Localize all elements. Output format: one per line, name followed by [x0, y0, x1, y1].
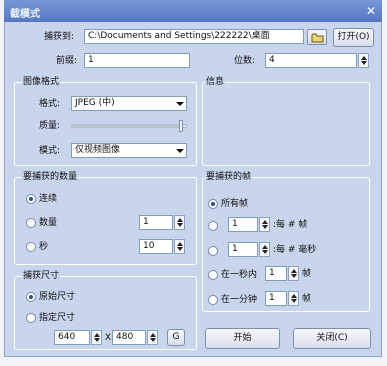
g-button[interactable]: G: [167, 329, 185, 346]
radio-count[interactable]: [26, 218, 36, 228]
every-frame-field[interactable]: 1: [228, 217, 258, 232]
quality-slider-thumb[interactable]: [179, 120, 183, 132]
count-stepper[interactable]: [174, 215, 185, 230]
mode-dropdown[interactable]: 仅视频图像: [71, 143, 187, 158]
every-frame-stepper[interactable]: [259, 217, 270, 232]
close-button[interactable]: 关闭(C): [293, 328, 371, 349]
width-field[interactable]: 640: [54, 330, 90, 345]
radio-every-frame[interactable]: [208, 221, 218, 231]
capture-frames-title: 要捕获的帧: [205, 171, 253, 183]
start-button[interactable]: 开始: [205, 328, 280, 349]
continuous-label: 连续: [39, 194, 58, 204]
browse-folder-button[interactable]: [307, 29, 327, 45]
radio-all-frames[interactable]: [208, 199, 218, 209]
capture-path-field[interactable]: C:\Documents and Settings\222222\桌面: [84, 29, 304, 44]
radio-custom-size[interactable]: [26, 313, 36, 323]
radio-every-ms[interactable]: [208, 246, 218, 256]
every-frame-suffix: :每 # 帧: [273, 220, 308, 230]
prefix-field[interactable]: 1: [84, 53, 190, 68]
all-frames-label: 所有帧: [221, 199, 249, 209]
count-field[interactable]: 1: [139, 215, 173, 230]
per-minute-stepper[interactable]: [288, 291, 299, 306]
custom-size-label: 指定尺寸: [39, 313, 76, 323]
seconds-label: 秒: [39, 242, 49, 252]
radio-continuous[interactable]: [26, 194, 36, 204]
image-format-title: 图像格式: [22, 76, 61, 88]
prefix-label: 前缀:: [56, 56, 78, 66]
radio-original-size[interactable]: [26, 292, 36, 302]
every-ms-stepper[interactable]: [259, 242, 270, 257]
folder-icon: [311, 33, 324, 43]
digits-label: 位数:: [234, 56, 256, 66]
radio-per-second[interactable]: [208, 270, 218, 280]
mode-value: 仅视频图像: [75, 145, 121, 155]
title-bar[interactable]: 截模式 ✕: [4, 0, 382, 22]
every-ms-suffix: :每 # 毫秒: [273, 245, 317, 255]
per-second-label: 在一秒内: [221, 270, 258, 280]
per-minute-suffix: 帧: [302, 294, 312, 304]
chevron-down-icon: [176, 102, 184, 106]
radio-seconds[interactable]: [26, 242, 36, 252]
height-stepper[interactable]: [147, 330, 158, 345]
per-second-field[interactable]: 1: [265, 266, 287, 281]
mode-label: 模式:: [39, 146, 61, 156]
close-icon[interactable]: ✕: [363, 4, 379, 18]
open-folder-button[interactable]: 打开(O): [333, 28, 374, 47]
info-title: 信息: [205, 76, 226, 88]
digits-field[interactable]: 4: [265, 53, 357, 68]
capture-count-title: 要捕获的数量: [22, 171, 79, 183]
quality-slider-fill: [72, 124, 183, 128]
capture-to-label: 捕获到:: [44, 32, 75, 42]
radio-per-minute[interactable]: [208, 295, 218, 305]
width-stepper[interactable]: [91, 330, 102, 345]
per-second-suffix: 帧: [302, 269, 312, 279]
height-field[interactable]: 480: [112, 330, 146, 345]
seconds-field[interactable]: 10: [139, 239, 173, 254]
format-label: 格式:: [39, 99, 61, 109]
per-minute-label: 在一分钟: [221, 295, 258, 305]
format-dropdown[interactable]: JPEG (中): [71, 96, 187, 111]
format-value: JPEG (中): [75, 98, 115, 108]
quality-label: 质量:: [39, 121, 61, 131]
quality-slider[interactable]: [71, 120, 187, 132]
size-x-label: X: [105, 333, 112, 343]
info-group: [202, 82, 370, 166]
seconds-stepper[interactable]: [174, 239, 185, 254]
per-minute-field[interactable]: 1: [265, 291, 287, 306]
every-ms-field[interactable]: 1: [228, 242, 258, 257]
per-second-stepper[interactable]: [288, 266, 299, 281]
count-label: 数量: [39, 218, 58, 228]
digits-stepper[interactable]: [358, 53, 369, 68]
original-size-label: 原始尺寸: [39, 292, 76, 302]
window-title: 截模式: [10, 9, 40, 20]
capture-size-title: 捕获尺寸: [22, 270, 61, 282]
chevron-down-icon: [176, 149, 184, 153]
